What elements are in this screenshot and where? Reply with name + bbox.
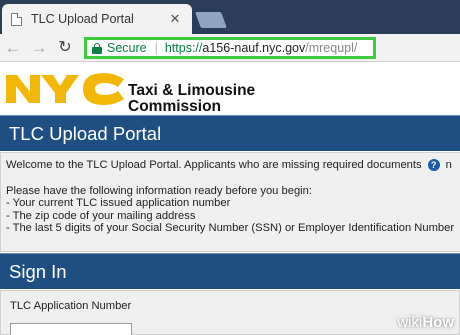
back-arrow-icon[interactable]: ← (0, 34, 26, 62)
watermark-part1: wiki (397, 314, 423, 331)
welcome-panel: Welcome to the TLC Upload Portal. Applic… (0, 152, 460, 252)
url-separator: | (154, 41, 158, 55)
portal-title-banner: TLC Upload Portal (0, 115, 460, 151)
page-icon (11, 12, 22, 26)
browser-toolbar: ← → ↻ Secure | https:// a156-nauf.nyc.go… (0, 34, 460, 62)
portal-title: TLC Upload Portal (9, 122, 162, 144)
org-name-line2: Commission (128, 98, 222, 115)
sign-in-banner: Sign In (0, 253, 460, 289)
welcome-text: Welcome to the TLC Upload Portal. Applic… (6, 159, 422, 171)
tab-title: TLC Upload Portal (31, 12, 134, 26)
list-item: - The last 5 digits of your Social Secur… (6, 222, 455, 234)
nyc-logo (6, 73, 124, 105)
url-path: /mrequpl/ (305, 41, 358, 55)
close-icon[interactable]: ✕ (168, 11, 182, 27)
requirements-list: Please have the following information re… (6, 185, 460, 235)
forward-arrow-icon[interactable]: → (26, 34, 52, 62)
secure-label: Secure (107, 41, 147, 55)
list-item: - Your current TLC issued application nu… (6, 197, 231, 209)
lock-icon (92, 42, 102, 54)
application-number-field[interactable] (10, 323, 132, 335)
list-item: - The zip code of your mailing address (6, 209, 196, 222)
watermark: wikiHow (397, 314, 454, 331)
welcome-line: Welcome to the TLC Upload Portal. Applic… (6, 159, 460, 172)
sign-in-panel: TLC Application Number (0, 290, 460, 335)
url-host: a156-nauf.nyc.gov (202, 41, 306, 55)
browser-tab[interactable]: TLC Upload Portal ✕ (2, 4, 192, 34)
org-name: Taxi & Limousine Commission (128, 83, 255, 115)
welcome-trailing-text: n (445, 159, 452, 171)
reload-icon[interactable]: ↻ (52, 34, 78, 62)
sign-in-title: Sign In (9, 260, 67, 282)
site-header: Taxi & Limousine Commission (0, 63, 460, 115)
new-tab-button[interactable] (195, 12, 227, 28)
help-icon[interactable]: ? (427, 159, 440, 172)
url-scheme: https:// (164, 41, 203, 55)
watermark-part2: How (422, 314, 454, 331)
prep-text: Please have the following information re… (6, 184, 312, 197)
web-page: Taxi & Limousine Commission TLC Upload P… (0, 63, 460, 335)
screenshot-root: TLC Upload Portal ✕ ← → ↻ Secure | https… (0, 0, 460, 335)
application-number-label: TLC Application Number (10, 300, 132, 312)
browser-tab-strip: TLC Upload Portal ✕ (0, 0, 460, 34)
address-bar[interactable]: Secure | https:// a156-nauf.nyc.gov /mre… (84, 37, 376, 59)
org-name-line1: Taxi & Limousine (128, 82, 256, 99)
